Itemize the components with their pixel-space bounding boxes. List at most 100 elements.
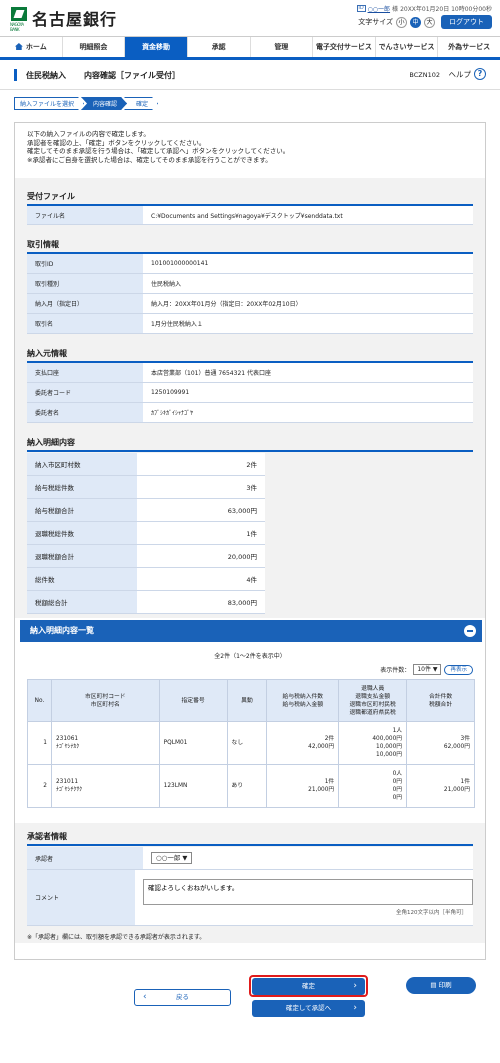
cell-total-count: 1件 bbox=[460, 779, 471, 785]
txn-id-value: 101001000000141 bbox=[143, 254, 473, 273]
summary-value: 83,000円 bbox=[137, 591, 265, 613]
print-button[interactable]: ▤ 印刷 bbox=[406, 977, 476, 994]
txn-name-label: 取引名 bbox=[27, 314, 143, 333]
confirm-approve-label: 確定して承認へ bbox=[285, 1004, 332, 1012]
printer-icon: ▤ bbox=[430, 981, 439, 989]
back-label: 戻る bbox=[176, 993, 189, 1001]
summary-label: 税額総合計 bbox=[27, 591, 137, 613]
col-retire-people: 退職人員 bbox=[361, 685, 385, 692]
source-section-title: 納入元情報 bbox=[27, 349, 67, 358]
file-name-label: ファイル名 bbox=[27, 206, 143, 224]
step-confirm-content: 内容確認 bbox=[81, 97, 127, 110]
col-salary: 給与税納入件数 給与税納入金額 bbox=[266, 679, 340, 722]
help-link[interactable]: ヘルプ? bbox=[448, 68, 486, 80]
cell-city-name: ﾅｺﾞﾔｼﾅｶｸ bbox=[55, 744, 80, 750]
intro-line: 以下の納入ファイルの内容で確定します。 bbox=[27, 130, 150, 138]
redisplay-button[interactable]: 再表示 bbox=[444, 664, 473, 675]
bank-logo-sub: NAGOYA BANK bbox=[10, 22, 24, 32]
page-title-main: 住民税納入 bbox=[26, 71, 66, 80]
approver-note: ※「承認者」欄には、取引額を承認できる承認者が表示されます。 bbox=[27, 934, 206, 941]
comment-limit: 全角120文字以内［半角可］ bbox=[396, 910, 467, 916]
summary-value: 1件 bbox=[137, 522, 265, 544]
client-name-row: 委託者名 ｶﾌﾞｼｷｶﾞｲｼｬﾅｺﾞﾔ bbox=[27, 403, 473, 423]
summary-row: 総件数 4件 bbox=[27, 568, 265, 591]
nav-forex[interactable]: 外為サービス bbox=[438, 37, 500, 57]
cell-city: 231011 ﾅｺﾞﾔｼﾁｸｻｸ bbox=[50, 764, 160, 808]
summary-value: 2件 bbox=[137, 453, 265, 475]
summary-row: 給与税総件数 3件 bbox=[27, 476, 265, 499]
nav-admin[interactable]: 管理 bbox=[251, 37, 314, 57]
collapse-icon[interactable] bbox=[464, 625, 476, 637]
nav-home[interactable]: ホーム bbox=[0, 37, 63, 57]
nav-approval[interactable]: 承認 bbox=[188, 37, 251, 57]
cell-total: 3件 62,000円 bbox=[406, 721, 475, 765]
user-name-link[interactable]: ○○一郎 bbox=[368, 4, 390, 13]
col-change: 異動 bbox=[226, 679, 268, 722]
bank-logo[interactable]: NAGOYA BANK 名古屋銀行 bbox=[10, 6, 118, 32]
confirm-approve-button[interactable]: 確定して承認へ › bbox=[252, 1000, 365, 1017]
client-code-label: 委託者コード bbox=[27, 383, 143, 402]
font-small-button[interactable]: 小 bbox=[396, 16, 407, 28]
cell-no: 2 bbox=[27, 764, 52, 808]
cell-total: 1件 21,000円 bbox=[406, 764, 475, 808]
approver-section-title: 承認者情報 bbox=[27, 832, 67, 841]
chevron-left-icon: ‹ bbox=[143, 992, 147, 1002]
confirm-button[interactable]: 確定 › bbox=[252, 978, 365, 995]
cell-city-code: 231061 bbox=[55, 736, 79, 742]
col-retire-pay: 退職支払金額 bbox=[355, 693, 391, 700]
col-total-amount: 税額合計 bbox=[428, 701, 453, 708]
font-large-button[interactable]: 大 bbox=[424, 16, 435, 28]
user-info: ID ○○一郎 様 20XX年01月20日 10時00分00秒 bbox=[356, 4, 492, 13]
nav-home-label: ホーム bbox=[25, 43, 47, 51]
page-title-row: 住民税納入 内容確認［ファイル受付］ BCZN102 ヘルプ? bbox=[0, 60, 500, 90]
cell-retire-people: 0人 bbox=[392, 771, 403, 777]
cell-salary-count: 1件 bbox=[324, 779, 335, 785]
cell-designation: 123LMN bbox=[158, 764, 228, 808]
col-total: 合計件数 税額合計 bbox=[406, 679, 475, 722]
txn-type-row: 取引種別 住民税納入 bbox=[27, 274, 473, 294]
cell-designation: PQLM01 bbox=[158, 721, 228, 765]
back-button[interactable]: ‹ 戻る bbox=[134, 989, 231, 1006]
print-label: 印刷 bbox=[438, 981, 452, 989]
client-name-value: ｶﾌﾞｼｷｶﾞｲｼｬﾅｺﾞﾔ bbox=[143, 403, 473, 422]
detail-list-accordion[interactable]: 納入明細内容一覧 bbox=[20, 620, 482, 642]
step-select-file: 納入ファイルを選択 bbox=[14, 97, 84, 110]
col-no: No. bbox=[27, 679, 52, 722]
txn-type-value: 住民税納入 bbox=[143, 274, 473, 293]
txn-section-title: 取引情報 bbox=[27, 240, 59, 249]
intro-text: 以下の納入ファイルの内容で確定します。 承認者を確認の上、「確定」ボタンをクリッ… bbox=[15, 123, 485, 178]
font-medium-button[interactable]: 中 bbox=[410, 16, 421, 28]
nav-transfer[interactable]: 資金移動 bbox=[125, 37, 188, 57]
summary-label: 給与税総件数 bbox=[27, 476, 137, 498]
approver-label: 承認者 bbox=[27, 847, 143, 869]
cell-retire-pay: 400,000円 bbox=[372, 736, 403, 742]
approver-select[interactable]: ○○一郎 ▼ bbox=[151, 852, 193, 864]
logout-button[interactable]: ログアウト bbox=[441, 15, 492, 29]
nav-e-delivery[interactable]: 電子交付サービス bbox=[313, 37, 376, 57]
col-salary-amount: 給与税納入金額 bbox=[282, 701, 324, 708]
nav-densai[interactable]: でんさいサービス bbox=[376, 37, 439, 57]
debit-account-value: 本店営業部（101）普通 7654321 代表口座 bbox=[143, 363, 473, 382]
confirm-label: 確定 bbox=[302, 982, 315, 990]
nav-statement[interactable]: 明細照会 bbox=[63, 37, 126, 57]
cell-retire-city-tax: 10,000円 bbox=[376, 744, 403, 750]
file-name-row: ファイル名 C:¥Documents and Settings¥nagoya¥デ… bbox=[27, 206, 473, 225]
font-size-controls: 文字サイズ 小 中 大 ログアウト bbox=[358, 15, 492, 29]
bank-name: 名古屋銀行 bbox=[32, 10, 118, 29]
summary-label: 総件数 bbox=[27, 568, 137, 590]
cell-no: 1 bbox=[27, 721, 52, 765]
cell-retire: 1人 400,000円 10,000円 10,000円 bbox=[338, 721, 408, 765]
comment-textarea[interactable]: 確認よろしくおねがいします。 bbox=[143, 879, 473, 905]
cell-total-count: 3件 bbox=[460, 736, 471, 742]
result-count: 全2件（1～2件を表示中） bbox=[214, 653, 286, 660]
summary-row: 納入市区町村数 2件 bbox=[27, 453, 265, 476]
help-label: ヘルプ bbox=[448, 69, 472, 79]
col-city-name: 市区町村名 bbox=[90, 701, 120, 708]
cell-retire-people: 1人 bbox=[392, 728, 403, 734]
summary-row: 給与税額合計 63,000円 bbox=[27, 499, 265, 522]
client-name-label: 委託者名 bbox=[27, 403, 143, 422]
per-page-select[interactable]: 10件 ▼ bbox=[413, 664, 442, 675]
summary-value: 3件 bbox=[137, 476, 265, 498]
cell-change: あり bbox=[226, 764, 268, 808]
txn-name-row: 取引名 1月分住民税納入１ bbox=[27, 314, 473, 334]
